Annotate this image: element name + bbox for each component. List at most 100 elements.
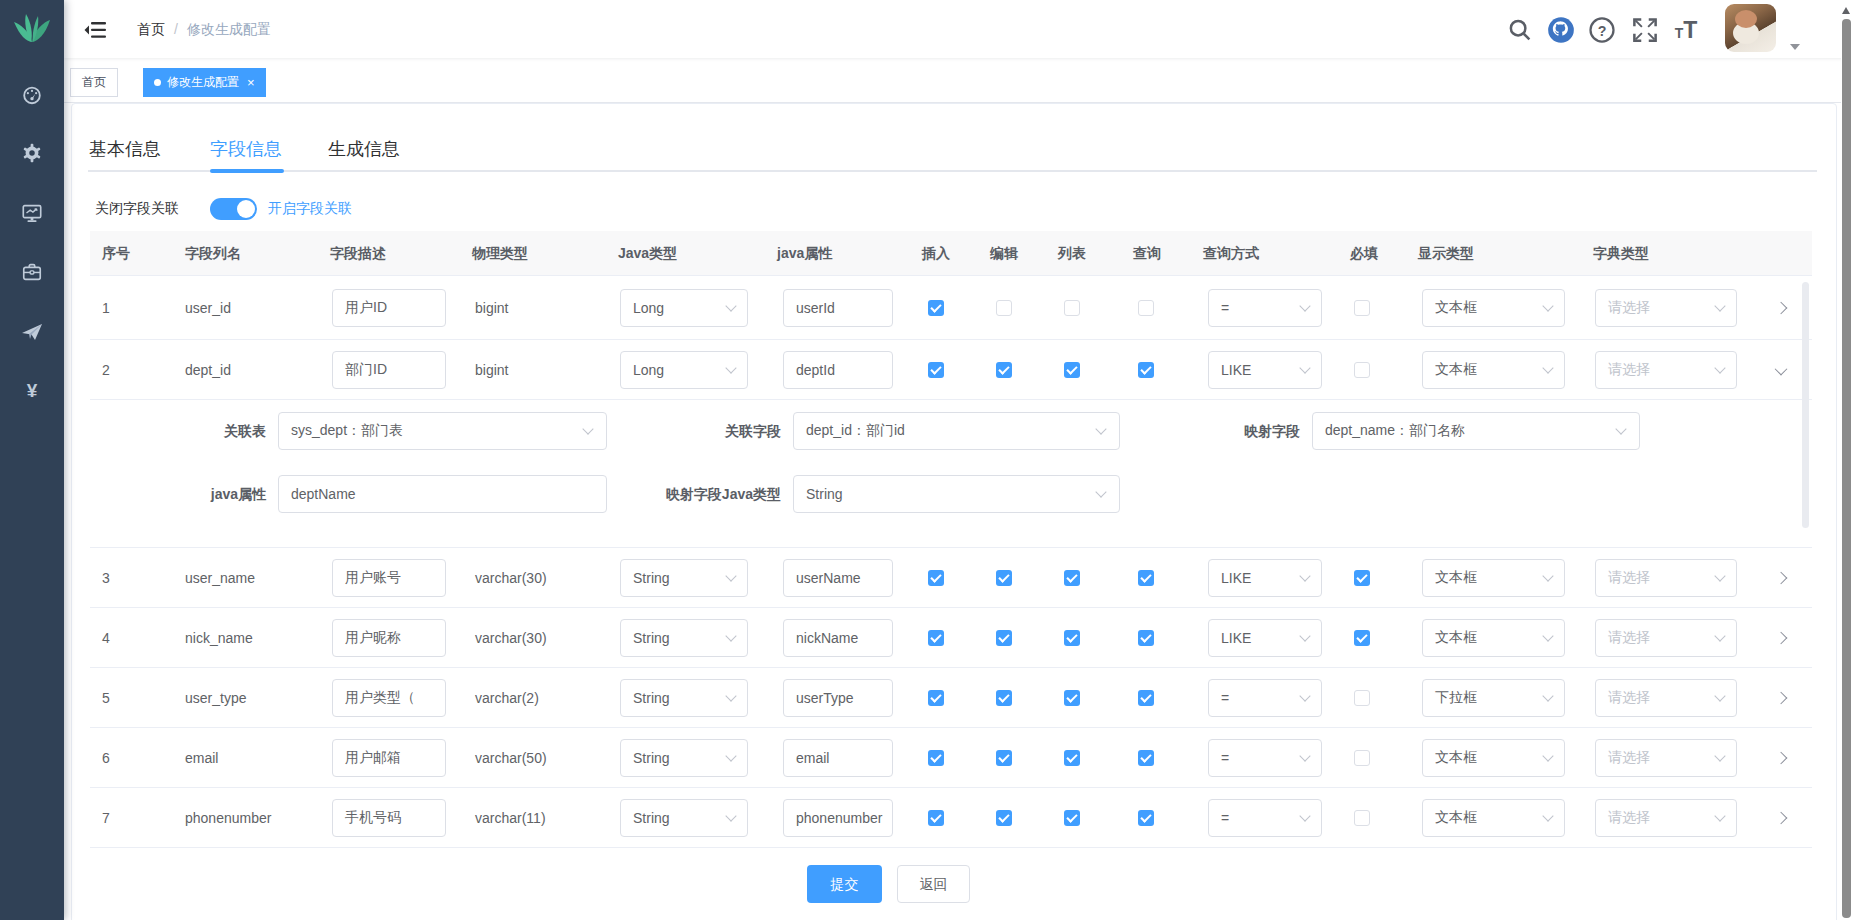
java-type-select[interactable]: Long (620, 351, 748, 389)
java-type-select[interactable]: String (620, 739, 748, 777)
expand-row-icon[interactable] (1775, 301, 1788, 314)
display-type-select[interactable]: 文本框 (1422, 289, 1565, 327)
edit-checkbox[interactable] (996, 300, 1012, 316)
insert-checkbox[interactable] (928, 300, 944, 316)
dict-type-select[interactable]: 请选择 (1595, 289, 1737, 327)
java-type-select[interactable]: Long (620, 289, 748, 327)
edit-checkbox[interactable] (996, 630, 1012, 646)
list-checkbox[interactable] (1064, 362, 1080, 378)
field-desc-input[interactable]: 用户ID (332, 289, 446, 327)
java-type-select[interactable]: String (620, 619, 748, 657)
avatar[interactable] (1725, 4, 1776, 52)
sidebar-item-monitor-icon[interactable] (21, 202, 43, 224)
insert-checkbox[interactable] (928, 690, 944, 706)
required-checkbox[interactable] (1354, 362, 1370, 378)
submit-button[interactable]: 提交 (807, 865, 882, 903)
java-type-select[interactable]: String (620, 799, 748, 837)
dict-type-select[interactable]: 请选择 (1595, 679, 1737, 717)
insert-checkbox[interactable] (928, 362, 944, 378)
edit-checkbox[interactable] (996, 810, 1012, 826)
field-desc-input[interactable]: 手机号码 (332, 799, 446, 837)
list-checkbox[interactable] (1064, 570, 1080, 586)
java-prop-input[interactable]: phonenumber (783, 799, 893, 837)
github-icon[interactable] (1547, 16, 1575, 44)
query-checkbox[interactable] (1138, 362, 1154, 378)
insert-checkbox[interactable] (928, 570, 944, 586)
chevron-down-icon[interactable] (1790, 44, 1800, 50)
expand-row-icon[interactable] (1775, 751, 1788, 764)
map-java-type-select[interactable]: String (793, 475, 1120, 513)
field-desc-input[interactable]: 用户邮箱 (332, 739, 446, 777)
list-checkbox[interactable] (1064, 810, 1080, 826)
sidebar-item-settings-icon[interactable] (21, 142, 43, 164)
query-checkbox[interactable] (1138, 570, 1154, 586)
expand-row-icon[interactable] (1775, 811, 1788, 824)
help-icon[interactable]: ? (1589, 17, 1615, 43)
tag-current[interactable]: 修改生成配置 × (143, 68, 266, 97)
map-field-select[interactable]: dept_name：部门名称 (1312, 412, 1640, 450)
dict-type-select[interactable]: 请选择 (1595, 559, 1737, 597)
java-prop-input[interactable]: email (783, 739, 893, 777)
field-desc-input[interactable]: 用户昵称 (332, 619, 446, 657)
insert-checkbox[interactable] (928, 810, 944, 826)
query-type-select[interactable]: = (1208, 799, 1322, 837)
dict-type-select[interactable]: 请选择 (1595, 799, 1737, 837)
tag-close-icon[interactable]: × (247, 75, 255, 90)
expand-row-icon[interactable] (1775, 571, 1788, 584)
query-type-select[interactable]: = (1208, 679, 1322, 717)
display-type-select[interactable]: 文本框 (1422, 559, 1565, 597)
query-type-select[interactable]: LIKE (1208, 619, 1322, 657)
query-checkbox[interactable] (1138, 750, 1154, 766)
java-type-select[interactable]: String (620, 679, 748, 717)
display-type-select[interactable]: 文本框 (1422, 799, 1565, 837)
relation-toggle-link[interactable]: 开启字段关联 (268, 200, 352, 218)
edit-checkbox[interactable] (996, 362, 1012, 378)
query-type-select[interactable]: LIKE (1208, 559, 1322, 597)
tab-basic-info[interactable]: 基本信息 (89, 137, 161, 161)
sidebar-item-toolbox-icon[interactable] (21, 261, 43, 283)
display-type-select[interactable]: 文本框 (1422, 351, 1565, 389)
query-checkbox[interactable] (1138, 630, 1154, 646)
sidebar-toggle-icon[interactable] (84, 22, 106, 39)
edit-checkbox[interactable] (996, 570, 1012, 586)
breadcrumb-home[interactable]: 首页 (137, 21, 165, 37)
java-prop-input[interactable]: deptId (783, 351, 893, 389)
required-checkbox[interactable] (1354, 630, 1370, 646)
list-checkbox[interactable] (1064, 300, 1080, 316)
tab-field-info[interactable]: 字段信息 (210, 137, 282, 161)
dict-type-select[interactable]: 请选择 (1595, 619, 1737, 657)
expand-row-icon[interactable] (1775, 362, 1788, 375)
list-checkbox[interactable] (1064, 630, 1080, 646)
sidebar-item-send-icon[interactable] (20, 320, 44, 344)
table-scrollbar-thumb[interactable] (1802, 282, 1809, 528)
tag-home[interactable]: 首页 (70, 68, 118, 97)
query-checkbox[interactable] (1138, 810, 1154, 826)
display-type-select[interactable]: 文本框 (1422, 619, 1565, 657)
page-scrollbar-thumb[interactable] (1842, 19, 1851, 918)
fullscreen-icon[interactable] (1633, 18, 1658, 43)
expand-row-icon[interactable] (1775, 691, 1788, 704)
display-type-select[interactable]: 下拉框 (1422, 679, 1565, 717)
query-type-select[interactable]: = (1208, 739, 1322, 777)
search-icon[interactable] (1508, 18, 1533, 43)
java-prop-input[interactable]: userType (783, 679, 893, 717)
dict-type-select[interactable]: 请选择 (1595, 351, 1737, 389)
logo-icon[interactable] (12, 12, 52, 46)
required-checkbox[interactable] (1354, 570, 1370, 586)
query-type-select[interactable]: LIKE (1208, 351, 1322, 389)
required-checkbox[interactable] (1354, 690, 1370, 706)
java-prop-input[interactable]: userName (783, 559, 893, 597)
insert-checkbox[interactable] (928, 630, 944, 646)
expand-row-icon[interactable] (1775, 631, 1788, 644)
dict-type-select[interactable]: 请选择 (1595, 739, 1737, 777)
back-button[interactable]: 返回 (897, 865, 970, 903)
scrollbar-up-arrow[interactable] (1842, 7, 1850, 14)
java-type-select[interactable]: String (620, 559, 748, 597)
java-prop-input[interactable]: nickName (783, 619, 893, 657)
required-checkbox[interactable] (1354, 750, 1370, 766)
sidebar-item-dashboard-icon[interactable] (21, 84, 43, 106)
insert-checkbox[interactable] (928, 750, 944, 766)
list-checkbox[interactable] (1064, 690, 1080, 706)
font-size-icon[interactable]: TT (1675, 17, 1698, 44)
field-desc-input[interactable]: 用户类型（ (332, 679, 446, 717)
